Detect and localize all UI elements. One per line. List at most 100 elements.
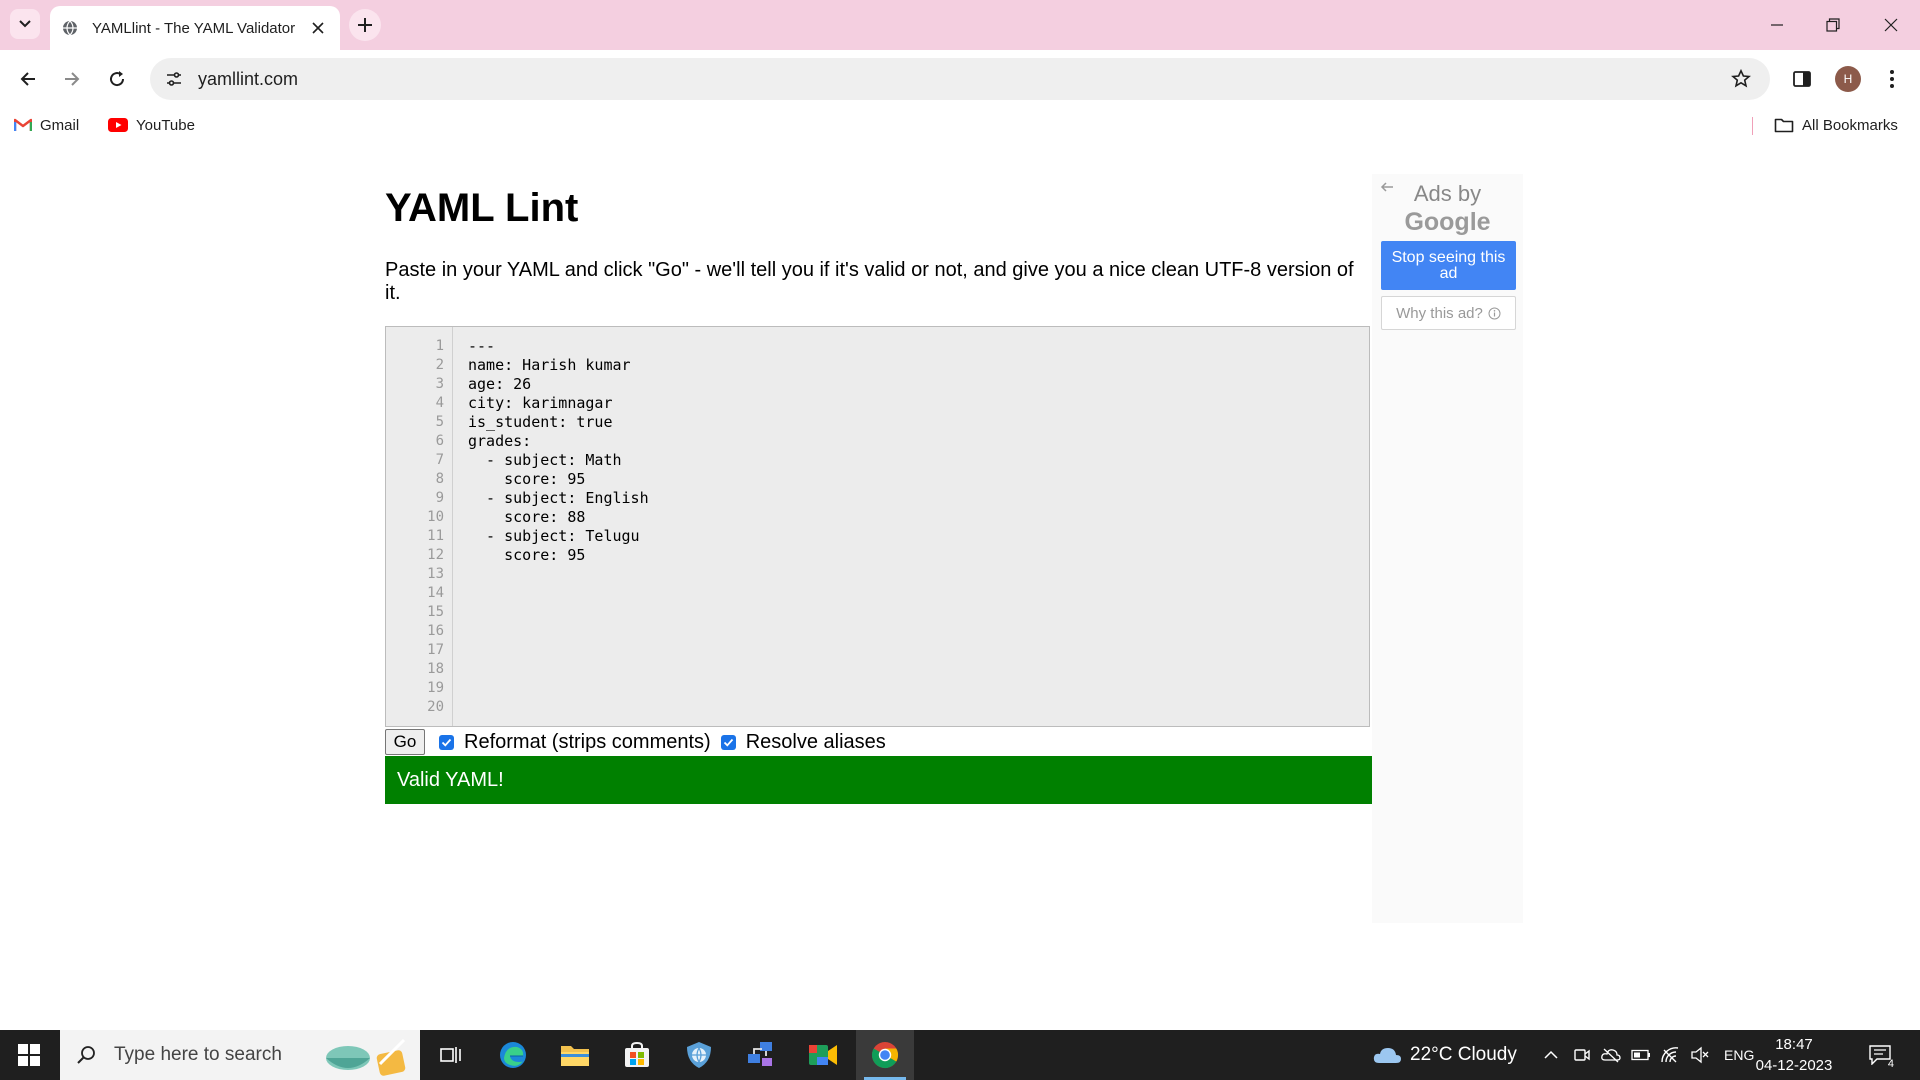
checkmark-icon	[723, 738, 733, 747]
menu-button[interactable]	[1876, 63, 1908, 95]
ad-back-button[interactable]	[1378, 178, 1396, 196]
validation-result: Valid YAML!	[385, 756, 1373, 804]
taskbar-edge[interactable]	[484, 1030, 542, 1080]
line-number: 11	[427, 528, 444, 544]
taskbar-file-explorer[interactable]	[546, 1030, 604, 1080]
new-tab-button[interactable]	[349, 9, 381, 41]
code-line: - subject: Telugu	[468, 527, 640, 545]
chevron-up-icon[interactable]	[1541, 1045, 1561, 1065]
bookmark-label: Gmail	[40, 116, 80, 134]
line-number: 15	[427, 604, 444, 620]
taskbar-chrome[interactable]	[856, 1030, 914, 1080]
info-icon	[1488, 307, 1501, 319]
arrow-right-icon	[65, 72, 80, 86]
stop-seeing-ad-button[interactable]: Stop seeing this ad	[1381, 241, 1516, 290]
system-clock[interactable]: 18:47 04-12-2023	[1752, 1034, 1836, 1076]
more-vertical-icon	[1890, 70, 1894, 88]
go-button[interactable]: Go	[385, 729, 425, 755]
close-window-button[interactable]	[1876, 10, 1906, 40]
resolve-aliases-checkbox[interactable]	[720, 734, 736, 750]
taskbar-app-network[interactable]	[732, 1030, 790, 1080]
bookmark-star-icon[interactable]	[1728, 66, 1754, 92]
battery-icon[interactable]	[1631, 1045, 1651, 1065]
line-number: 10	[427, 509, 444, 525]
line-number: 7	[435, 452, 444, 468]
taskbar-app-meet[interactable]	[794, 1030, 852, 1080]
minimize-button[interactable]	[1762, 10, 1792, 40]
notification-count: 4	[1887, 1058, 1894, 1070]
clock-time: 18:47	[1775, 1036, 1813, 1053]
minimize-icon	[1771, 24, 1783, 26]
checkmark-icon	[441, 738, 452, 747]
tab-title: YAMLlint - The YAML Validator	[92, 19, 296, 37]
youtube-icon	[108, 118, 128, 132]
url-text[interactable]: yamllint.com	[198, 69, 1728, 90]
back-button[interactable]	[12, 63, 44, 95]
yaml-editor[interactable]: 1 2 3 4 5 6 7 8 9 10 11 12 13 14 15 16 17 18 19 20 --- name:…	[385, 326, 1370, 727]
address-bar[interactable]: yamllint.com	[150, 58, 1770, 100]
browser-tab[interactable]: YAMLlint - The YAML Validator	[50, 6, 340, 50]
chevron-down-icon	[19, 20, 31, 28]
arrow-left-icon	[1380, 182, 1393, 192]
yaml-code[interactable]: --- name: Harish kumar age: 26 city: karimn…	[468, 337, 649, 565]
line-number: 13	[427, 566, 444, 582]
page-title: YAML Lint	[385, 186, 579, 230]
tab-close-icon[interactable]	[308, 18, 328, 38]
meet-now-icon[interactable]	[1572, 1045, 1592, 1065]
input-language[interactable]: ENG	[1724, 1030, 1754, 1080]
bookmark-gmail[interactable]: Gmail	[14, 115, 79, 135]
onedrive-icon[interactable]	[1601, 1045, 1621, 1065]
reload-button[interactable]	[101, 63, 133, 95]
windows-taskbar: Type here to search 22°C Cloudy ENG 18:4…	[0, 1030, 1920, 1080]
close-icon	[1884, 18, 1898, 32]
side-panel-icon	[1793, 71, 1811, 87]
weather-text[interactable]: 22°C Cloudy	[1410, 1030, 1517, 1080]
line-number: 3	[435, 376, 444, 392]
code-line: is_student: true	[468, 413, 613, 431]
code-line: - subject: English	[468, 489, 649, 507]
search-highlight-illustration-icon	[326, 1038, 406, 1076]
code-line: ---	[468, 337, 496, 355]
speaker-muted-icon[interactable]	[1690, 1045, 1710, 1065]
line-number: 18	[427, 661, 444, 677]
folder-icon	[1774, 118, 1794, 133]
forward-button[interactable]	[56, 63, 88, 95]
shield-globe-icon	[687, 1042, 711, 1068]
tab-search-button[interactable]	[10, 9, 40, 39]
line-number: 6	[435, 433, 444, 449]
reformat-checkbox[interactable]	[439, 734, 454, 750]
resolve-aliases-label: Resolve aliases	[745, 730, 886, 753]
restore-icon	[1826, 18, 1840, 32]
bookmark-youtube[interactable]: YouTube	[108, 115, 195, 135]
weather-cloud-icon[interactable]	[1372, 1045, 1402, 1065]
taskbar-search-placeholder: Type here to search	[114, 1044, 282, 1065]
all-bookmarks-button[interactable]: All Bookmarks	[1774, 115, 1898, 135]
reload-icon	[110, 71, 125, 87]
code-line: city: karimnagar	[468, 394, 613, 412]
taskbar-microsoft-store[interactable]	[608, 1030, 666, 1080]
bookmark-label: YouTube	[136, 116, 195, 134]
site-settings-icon[interactable]	[162, 67, 186, 91]
start-button[interactable]	[0, 1030, 58, 1080]
line-number: 17	[427, 642, 444, 658]
notification-center-button[interactable]: 4	[1866, 1042, 1894, 1070]
why-this-ad-button[interactable]: Why this ad?	[1381, 296, 1516, 330]
taskbar-search-box[interactable]: Type here to search	[60, 1030, 420, 1080]
line-number: 19	[427, 680, 444, 696]
code-line: grades:	[468, 432, 532, 450]
chrome-icon	[871, 1042, 899, 1069]
code-line: age: 26	[468, 375, 532, 393]
task-view-button[interactable]	[422, 1030, 480, 1080]
side-panel-button[interactable]	[1786, 63, 1818, 95]
wifi-icon[interactable]	[1660, 1045, 1680, 1065]
edge-icon	[500, 1042, 526, 1068]
bookmarks-bar: Gmail YouTube All Bookmarks	[0, 108, 1920, 142]
code-line: score: 95	[468, 546, 586, 564]
line-number: 20	[427, 699, 444, 715]
restore-button[interactable]	[1818, 10, 1848, 40]
bookmarks-divider	[1752, 117, 1753, 135]
profile-button[interactable]: H	[1832, 63, 1864, 95]
editor-controls: Go Reformat (strips comments) Resolve al…	[385, 729, 886, 755]
code-line: name: Harish kumar	[468, 356, 631, 374]
taskbar-app-vpn[interactable]	[670, 1030, 728, 1080]
